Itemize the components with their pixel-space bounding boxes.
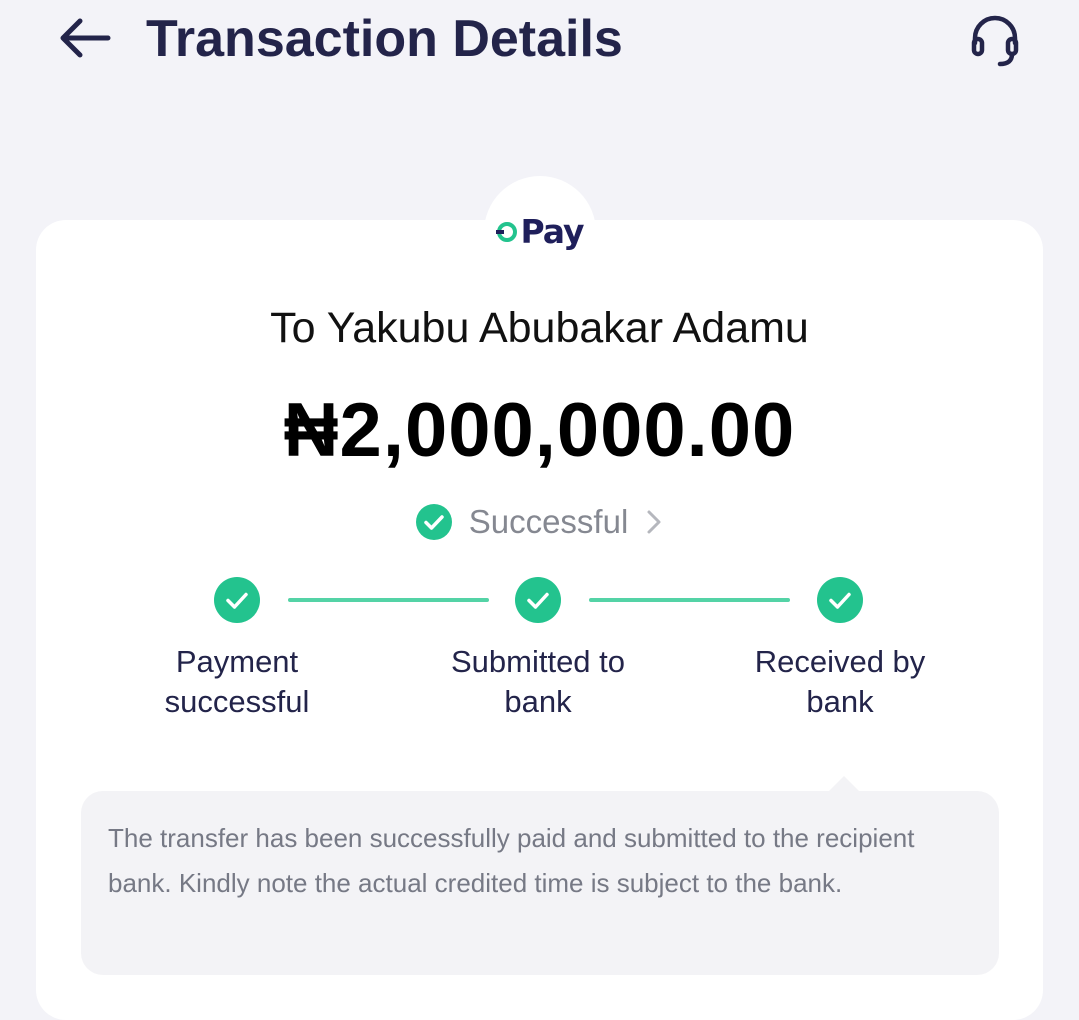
page-title: Transaction Details <box>146 10 623 68</box>
step-label-line: bank <box>504 684 572 719</box>
status-row[interactable]: Successful <box>0 498 1079 546</box>
info-note-text: The transfer has been successfully paid … <box>108 823 915 898</box>
recipient-name: To Yakubu Abubakar Adamu <box>270 304 809 352</box>
step-label-line: Submitted to <box>450 644 626 679</box>
step-connector-1 <box>288 598 489 602</box>
header-bar: Transaction Details <box>0 0 1079 80</box>
customer-support-button[interactable] <box>960 8 1030 72</box>
success-check-icon <box>415 504 452 540</box>
opay-logo-text: Pay <box>520 212 584 251</box>
back-button[interactable] <box>52 12 116 64</box>
step-label-line: successful <box>164 684 310 719</box>
step-label-line: bank <box>806 684 874 719</box>
status-text: Successful <box>468 503 629 540</box>
chevron-right-icon <box>647 510 661 534</box>
arrow-left-icon <box>60 18 111 58</box>
step-label-line: Received by <box>754 644 926 679</box>
note-pointer <box>828 776 860 792</box>
step-label-line: Payment <box>175 644 299 679</box>
step-check-icon-payment <box>214 577 260 623</box>
step-label-received: Received by bank <box>710 642 970 722</box>
opay-logo-mark <box>496 222 518 242</box>
step-label-submitted: Submitted to bank <box>408 642 668 722</box>
step-connector-2 <box>589 598 790 602</box>
opay-logo: Pay <box>484 212 596 252</box>
headset-icon <box>971 15 1019 67</box>
step-check-icon-submitted <box>515 577 561 623</box>
transaction-amount: ₦2,000,000.00 <box>283 388 796 473</box>
step-label-payment: Payment successful <box>107 642 367 722</box>
step-check-icon-received <box>817 577 863 623</box>
